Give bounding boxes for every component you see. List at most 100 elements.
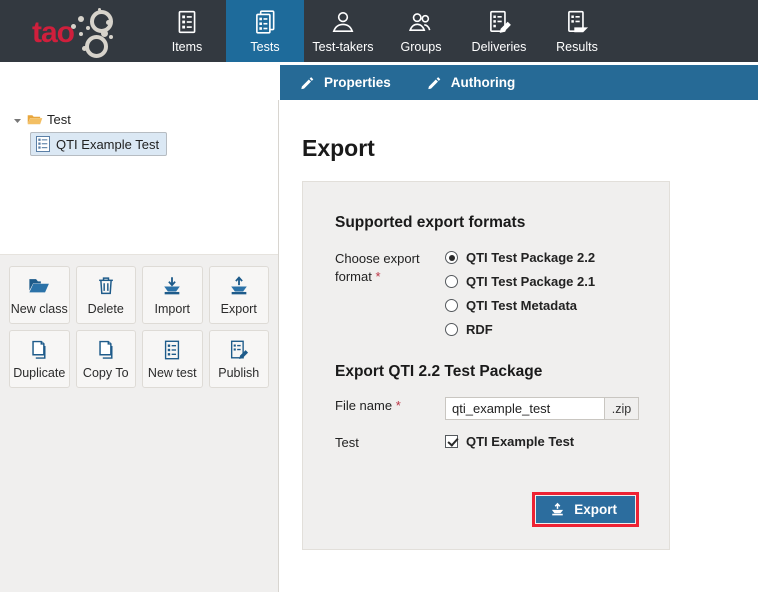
resource-tree: Test QTI Example Test xyxy=(0,100,278,255)
tab-authoring-label: Authoring xyxy=(451,75,515,90)
filename-label-text: File name xyxy=(335,398,392,413)
people-group-icon xyxy=(408,9,434,35)
nav-item-test-takers[interactable]: Test-takers xyxy=(304,0,382,62)
test-checkbox-icon[interactable] xyxy=(445,435,458,448)
radio-option-qti-metadata-label: QTI Test Metadata xyxy=(466,298,577,313)
filename-field: File name * .zip xyxy=(335,397,669,420)
nav-item-deliveries[interactable]: Deliveries xyxy=(460,0,538,62)
test-checkbox-row[interactable]: QTI Example Test xyxy=(445,434,574,449)
new-test-button[interactable]: New test xyxy=(142,330,203,388)
person-icon xyxy=(330,9,356,35)
radio-option-qti-2-2-label: QTI Test Package 2.2 xyxy=(466,250,595,265)
nav-label-items: Items xyxy=(172,40,203,54)
submit-area: Export xyxy=(335,492,639,527)
folder-open-icon xyxy=(27,113,43,126)
pencil-icon xyxy=(300,75,315,90)
radio-rdf-icon[interactable] xyxy=(445,323,458,336)
copy-pages-icon xyxy=(95,339,117,361)
import-label: Import xyxy=(155,302,190,316)
folder-open-icon xyxy=(28,275,50,297)
filename-label: File name * xyxy=(335,397,445,415)
tao-logo[interactable]: tao xyxy=(0,0,148,62)
radio-qti-metadata-icon[interactable] xyxy=(445,299,458,312)
main-content: Export Supported export formats Choose e… xyxy=(280,100,758,592)
nav-item-items[interactable]: Items xyxy=(148,0,226,62)
list-document-icon xyxy=(174,9,200,35)
radio-qti-2-1-icon[interactable] xyxy=(445,275,458,288)
format-radio-group: QTI Test Package 2.2 QTI Test Package 2.… xyxy=(445,250,595,337)
choose-format-label: Choose export format * xyxy=(335,250,445,286)
new-class-button[interactable]: New class xyxy=(9,266,70,324)
new-test-document-icon xyxy=(161,339,183,361)
context-action-bar: Properties Authoring xyxy=(280,65,758,100)
tree-node-qti-example-test[interactable]: QTI Example Test xyxy=(30,132,167,156)
top-header: tao xyxy=(0,0,758,62)
nav-label-deliveries: Deliveries xyxy=(472,40,527,54)
duplicate-button[interactable]: Duplicate xyxy=(9,330,70,388)
tab-authoring[interactable]: Authoring xyxy=(427,75,515,90)
filename-input[interactable] xyxy=(445,397,605,420)
publish-document-icon xyxy=(228,339,250,361)
main-navigation: Items Tests xyxy=(148,0,758,62)
trash-icon xyxy=(95,275,117,297)
nav-label-tests: Tests xyxy=(250,40,279,54)
radio-qti-2-2-icon[interactable] xyxy=(445,251,458,264)
export-button-highlight: Export xyxy=(532,492,639,527)
copy-to-button[interactable]: Copy To xyxy=(76,330,137,388)
choose-format-field: Choose export format * QTI Test Package … xyxy=(335,250,669,337)
sidebar-action-grid: New class Delete xyxy=(0,255,278,388)
test-checkbox-label: QTI Example Test xyxy=(466,434,574,449)
nav-item-tests[interactable]: Tests xyxy=(226,0,304,62)
test-document-icon xyxy=(36,136,50,152)
new-class-label: New class xyxy=(11,302,68,316)
pencil-icon xyxy=(427,75,442,90)
results-document-icon xyxy=(564,9,590,35)
page-title: Export xyxy=(302,135,758,162)
nav-item-groups[interactable]: Groups xyxy=(382,0,460,62)
import-button[interactable]: Import xyxy=(142,266,203,324)
radio-option-qti-2-1[interactable]: QTI Test Package 2.1 xyxy=(445,274,595,289)
new-test-label: New test xyxy=(148,366,197,380)
export-button-sidebar[interactable]: Export xyxy=(209,266,270,324)
left-sidebar: Test QTI Example Test xyxy=(0,100,279,592)
radio-option-qti-metadata[interactable]: QTI Test Metadata xyxy=(445,298,595,313)
copy-pages-icon xyxy=(28,339,50,361)
delete-label: Delete xyxy=(88,302,124,316)
nav-item-results[interactable]: Results xyxy=(538,0,616,62)
sidebar-top-spacer xyxy=(0,62,280,100)
package-section-heading: Export QTI 2.2 Test Package xyxy=(335,363,669,381)
publish-label: Publish xyxy=(218,366,259,380)
radio-option-rdf-label: RDF xyxy=(466,322,493,337)
export-submit-button[interactable]: Export xyxy=(536,496,635,523)
logo-decoration-icon xyxy=(68,8,116,54)
test-label: Test xyxy=(335,434,445,452)
export-label: Export xyxy=(221,302,257,316)
required-marker: * xyxy=(375,269,380,284)
tests-stack-icon xyxy=(252,9,278,35)
import-arrow-icon xyxy=(161,275,183,297)
tab-properties[interactable]: Properties xyxy=(300,75,391,90)
export-arrow-icon xyxy=(550,502,565,517)
required-marker: * xyxy=(396,398,401,413)
supported-formats-heading: Supported export formats xyxy=(335,214,669,232)
radio-option-rdf[interactable]: RDF xyxy=(445,322,595,337)
tree-node-test-label: Test xyxy=(47,112,71,127)
radio-option-qti-2-1-label: QTI Test Package 2.1 xyxy=(466,274,595,289)
document-pencil-icon xyxy=(486,9,512,35)
chevron-down-icon[interactable] xyxy=(12,114,23,125)
duplicate-label: Duplicate xyxy=(13,366,65,380)
delete-button[interactable]: Delete xyxy=(76,266,137,324)
export-form-panel: Supported export formats Choose export f… xyxy=(302,181,670,550)
publish-button[interactable]: Publish xyxy=(209,330,270,388)
nav-label-test-takers: Test-takers xyxy=(312,40,373,54)
tab-properties-label: Properties xyxy=(324,75,391,90)
copy-to-label: Copy To xyxy=(83,366,129,380)
filename-suffix: .zip xyxy=(605,397,639,420)
test-selection-field: Test QTI Example Test xyxy=(335,434,669,452)
tree-node-test-class[interactable]: Test xyxy=(0,110,278,129)
nav-label-results: Results xyxy=(556,40,598,54)
export-arrow-icon xyxy=(228,275,250,297)
radio-option-qti-2-2[interactable]: QTI Test Package 2.2 xyxy=(445,250,595,265)
filename-input-group: .zip xyxy=(445,397,639,420)
tree-node-qti-example-test-label: QTI Example Test xyxy=(56,137,159,152)
